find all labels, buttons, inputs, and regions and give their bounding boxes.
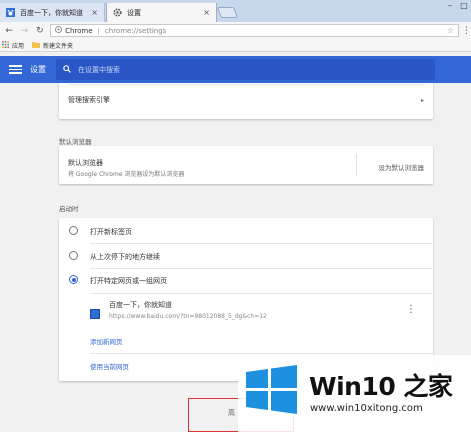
set-default-button[interactable]: 设为默认浏览器 xyxy=(379,162,425,172)
use-current-pages-link[interactable]: 使用当前网页 xyxy=(90,361,129,371)
radio-label: 打开特定网页或一组网页 xyxy=(90,277,167,285)
chevron-right-icon: ▸ xyxy=(420,96,424,104)
chrome-security-icon xyxy=(55,26,62,35)
address-bar[interactable]: Chrome | chrome://settings ☆ xyxy=(50,24,460,37)
bookmark-label: 应用 xyxy=(12,42,25,50)
watermark-title: Win10 之家 xyxy=(309,372,453,401)
settings-title: 设置 xyxy=(30,65,46,74)
omnibox-url: chrome://settings xyxy=(104,26,167,35)
radio-new-tab[interactable] xyxy=(69,226,78,235)
cut-off-row xyxy=(68,83,424,85)
partial-button-text[interactable]: 高 xyxy=(228,408,235,418)
divider xyxy=(90,353,433,354)
default-browser-card: 默认浏览器 将 Google Chrome 浏览器设为默认浏览器 设为默认浏览器 xyxy=(59,146,433,184)
menu-icon[interactable]: ⋮ xyxy=(462,26,471,36)
omnibox-site: Chrome xyxy=(65,26,93,35)
startup-page-title: 百度一下，你就知道 xyxy=(109,301,172,309)
radio-specific-pages[interactable] xyxy=(69,275,78,284)
title-bar: 百度一下，你就知道 × 设置 × – □ xyxy=(0,0,471,22)
section-title-default-browser: 默认浏览器 xyxy=(59,138,92,146)
divider xyxy=(90,293,433,294)
toolbar: ← → ↻ Chrome | chrome://settings ☆ ⋮ xyxy=(0,22,471,39)
startup-page-url: https://www.baidu.com/?tn=98012088_5_dg&… xyxy=(109,313,267,320)
settings-header: 设置 xyxy=(0,56,471,83)
search-icon xyxy=(63,64,71,75)
divider xyxy=(90,243,433,244)
forward-icon[interactable]: → xyxy=(18,24,30,37)
tab-baidu[interactable]: 百度一下，你就知道 × xyxy=(0,3,105,22)
tab-label: 设置 xyxy=(127,8,141,17)
omnibox-separator: | xyxy=(97,26,100,35)
close-icon[interactable]: × xyxy=(203,8,210,17)
section-title-on-startup: 启动时 xyxy=(59,205,79,213)
apps-grid-icon xyxy=(2,40,9,50)
bookmarks-bar: 应用 新建文件夹 xyxy=(0,39,471,52)
bookmark-folder[interactable]: 新建文件夹 xyxy=(32,41,73,50)
divider xyxy=(90,268,433,269)
watermark: Win10 之家 www.win10xitong.com xyxy=(238,355,471,432)
minimize-icon[interactable]: – xyxy=(443,0,457,11)
folder-icon xyxy=(32,41,41,50)
search-engine-card: 管理搜索引擎 ▸ xyxy=(59,83,433,119)
radio-label: 打开新标签页 xyxy=(90,228,132,236)
back-icon[interactable]: ← xyxy=(3,24,15,37)
tab-settings[interactable]: 设置 × xyxy=(106,3,217,22)
manage-search-engines-row[interactable]: 管理搜索引擎 ▸ xyxy=(59,95,433,105)
reload-icon[interactable]: ↻ xyxy=(34,24,46,37)
bookmark-label: 新建文件夹 xyxy=(43,42,74,50)
default-browser-description: 将 Google Chrome 浏览器设为默认浏览器 xyxy=(68,171,185,178)
close-icon[interactable]: × xyxy=(91,8,98,17)
settings-search-box[interactable] xyxy=(56,59,435,80)
bookmark-apps[interactable]: 应用 xyxy=(2,40,25,50)
more-actions-icon[interactable]: ⋮ xyxy=(406,304,449,315)
bookmark-star-icon[interactable]: ☆ xyxy=(447,26,454,35)
divider xyxy=(356,154,357,176)
tab-label: 百度一下，你就知道 xyxy=(20,8,83,17)
window-controls: – □ xyxy=(443,0,471,11)
add-new-page-link[interactable]: 添加新网页 xyxy=(90,336,123,346)
manage-search-engines-label: 管理搜索引擎 xyxy=(68,96,110,104)
default-browser-title: 默认浏览器 xyxy=(68,159,103,167)
gear-icon xyxy=(113,8,122,17)
radio-label: 从上次停下的地方继续 xyxy=(90,253,160,261)
search-input[interactable] xyxy=(78,65,378,74)
hamburger-menu-icon[interactable] xyxy=(9,65,22,74)
baidu-paw-icon xyxy=(6,8,15,17)
radio-continue[interactable] xyxy=(69,251,78,260)
windows-logo-icon xyxy=(246,365,297,414)
new-tab-button[interactable] xyxy=(216,7,239,18)
maximize-icon[interactable]: □ xyxy=(457,0,471,11)
baidu-paw-icon xyxy=(90,309,100,319)
watermark-url: www.win10xitong.com xyxy=(310,403,423,414)
